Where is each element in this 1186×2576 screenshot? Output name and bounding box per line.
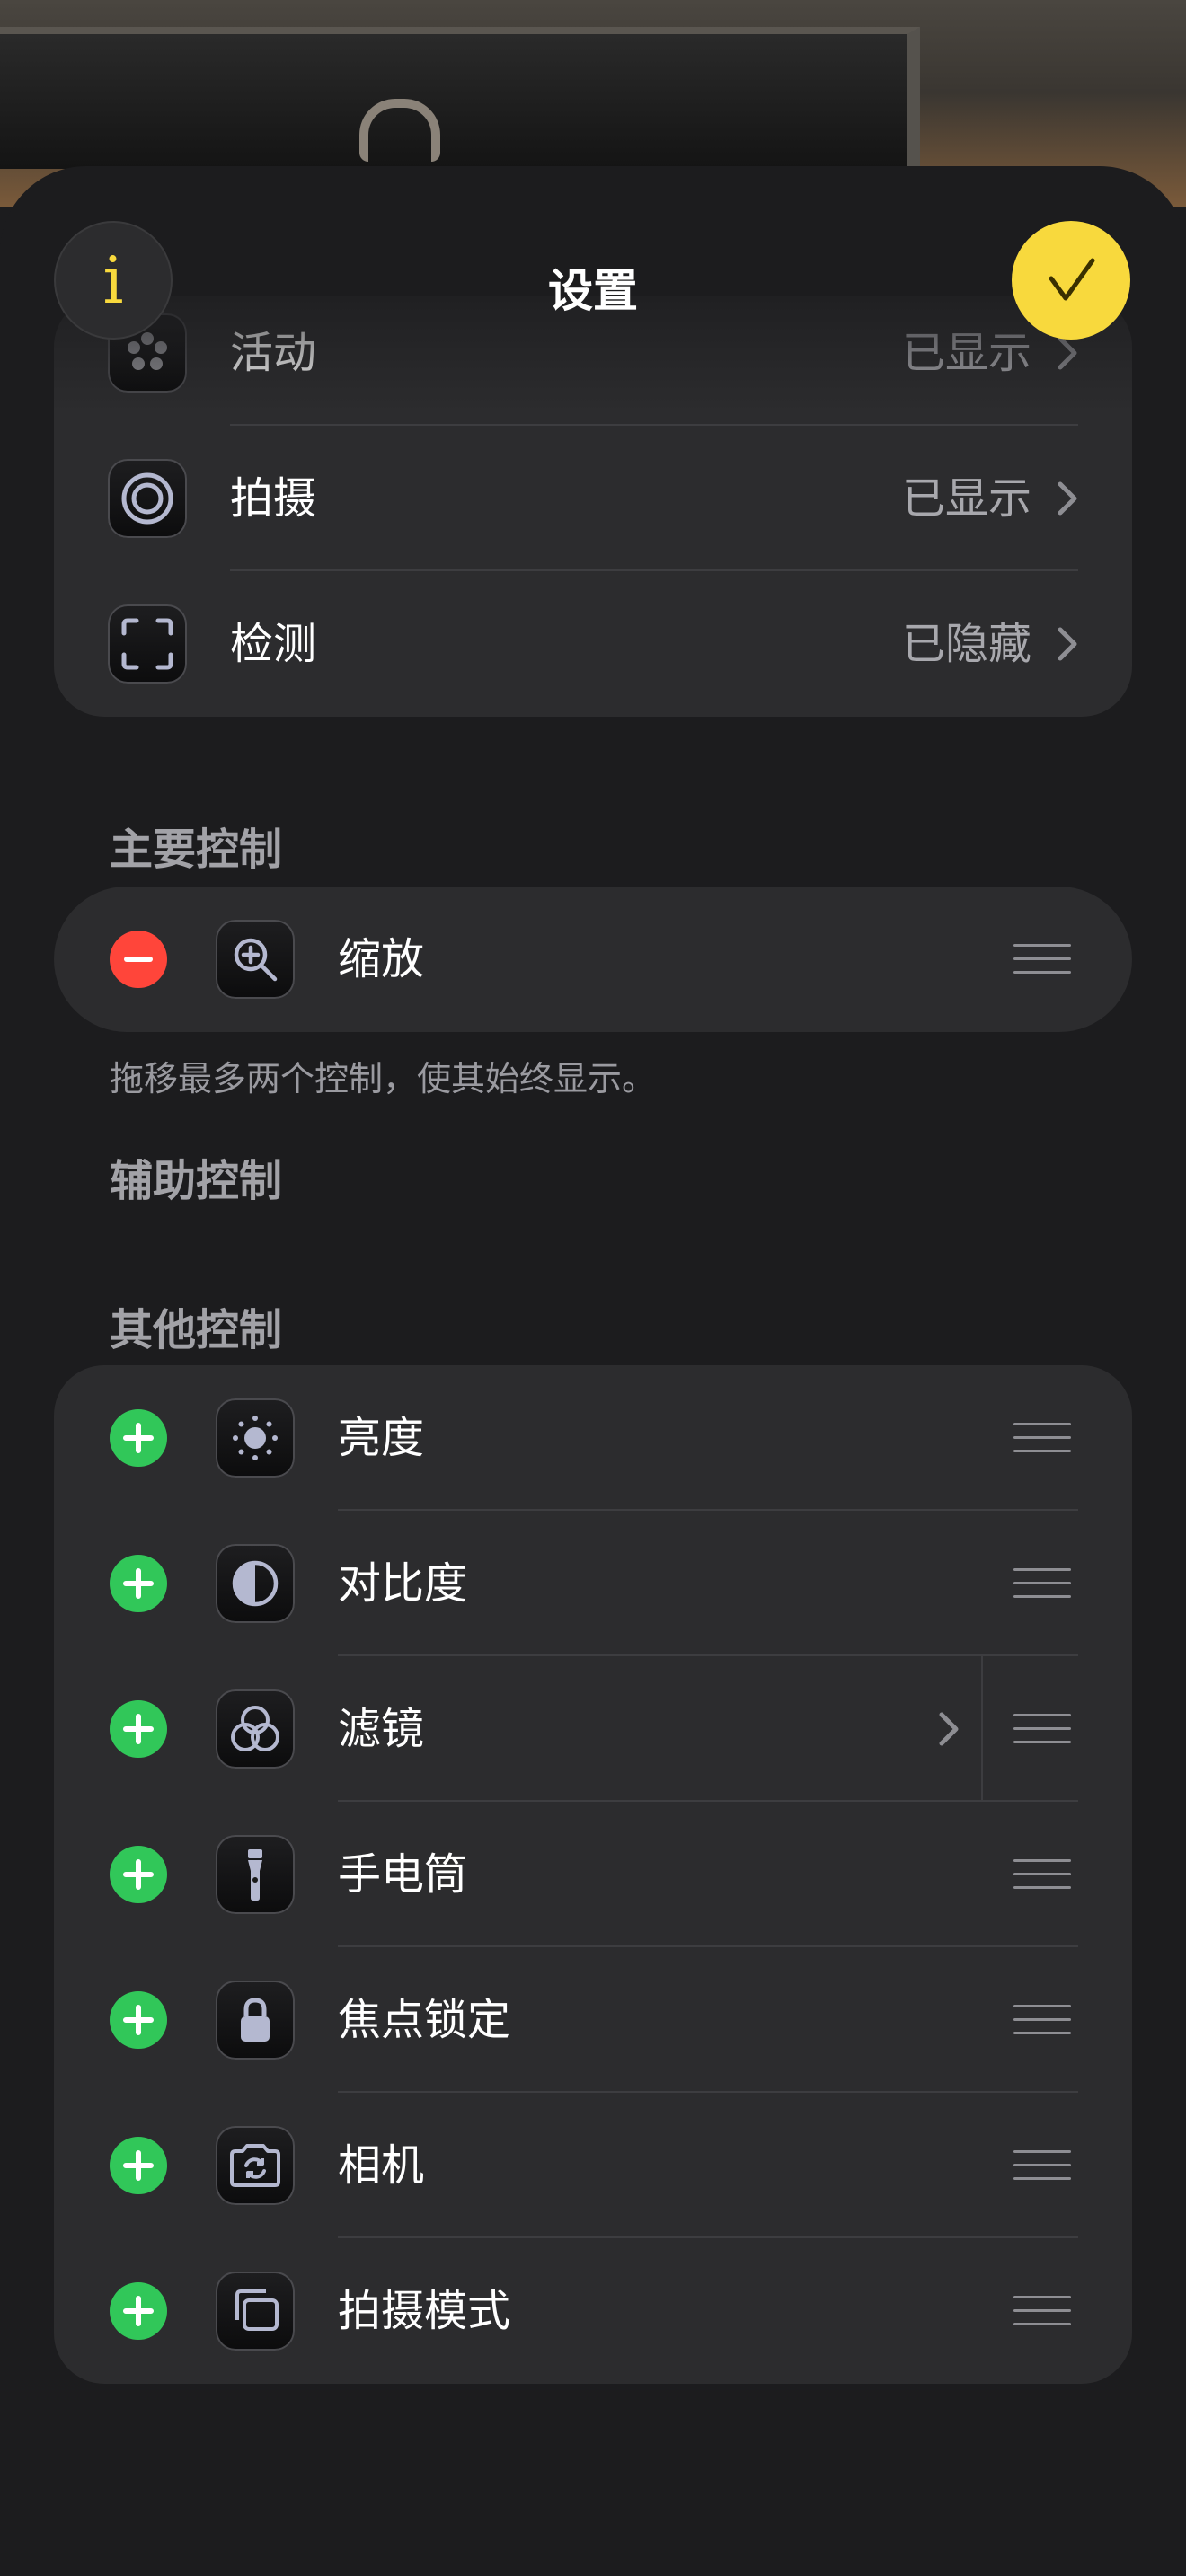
contrast-circle-icon <box>216 1544 295 1623</box>
chevron-right-icon <box>1058 481 1077 516</box>
row-capture-label: 拍摄 <box>230 473 317 524</box>
background-drawer-handle <box>359 99 440 162</box>
row-vertical-divider <box>981 1656 983 1802</box>
lock-icon <box>216 1981 295 2060</box>
reorder-handle[interactable] <box>1013 1423 1071 1453</box>
reorder-handle[interactable] <box>1013 2150 1071 2181</box>
background-drawer <box>0 27 920 169</box>
other-controls-header: 其他控制 <box>110 1305 283 1355</box>
add-button[interactable] <box>110 1846 167 1903</box>
add-button[interactable] <box>110 1700 167 1758</box>
magnifier-zoom-icon <box>216 920 295 999</box>
add-button[interactable] <box>110 1555 167 1612</box>
control-row-camera[interactable]: 相机 <box>54 2093 1132 2238</box>
control-label: 对比度 <box>338 1558 468 1609</box>
chevron-right-icon[interactable] <box>934 1711 961 1747</box>
control-label: 亮度 <box>338 1413 425 1463</box>
info-button[interactable]: i <box>54 221 173 340</box>
control-label: 焦点锁定 <box>338 1995 511 2045</box>
control-label: 相机 <box>338 2140 425 2191</box>
control-label: 拍摄模式 <box>338 2286 511 2336</box>
sun-brightness-icon <box>216 1398 295 1478</box>
control-label: 缩放 <box>338 934 425 984</box>
primary-controls-card: 缩放 <box>54 887 1132 1032</box>
control-label: 手电筒 <box>338 1849 468 1900</box>
control-row-flashlight[interactable]: 手电筒 <box>54 1802 1132 1947</box>
reorder-handle[interactable] <box>1013 1568 1071 1599</box>
row-activity-value: 已显示 <box>901 328 1031 378</box>
control-row-capture-mode[interactable]: 拍摄模式 <box>54 2238 1132 2384</box>
row-activity-label: 活动 <box>230 328 317 378</box>
control-row-contrast[interactable]: 对比度 <box>54 1511 1132 1656</box>
primary-controls-footnote: 拖移最多两个控制，使其始终显示。 <box>110 1059 657 1098</box>
flashlight-icon <box>216 1835 295 1914</box>
reorder-handle[interactable] <box>1013 1859 1071 1890</box>
filter-circles-icon <box>216 1689 295 1769</box>
checkmark-icon <box>1049 258 1095 301</box>
reorder-handle[interactable] <box>1013 944 1071 975</box>
done-button[interactable] <box>1012 221 1130 340</box>
control-row-zoom[interactable]: 缩放 <box>54 887 1132 1032</box>
control-row-brightness[interactable]: 亮度 <box>54 1365 1132 1511</box>
chevron-right-icon <box>1058 336 1077 370</box>
row-detection[interactable]: 检测 已隐藏 <box>54 571 1132 717</box>
control-row-focus-lock[interactable]: 焦点锁定 <box>54 1947 1132 2093</box>
add-button[interactable] <box>110 2137 167 2194</box>
reorder-handle[interactable] <box>1013 2005 1071 2035</box>
info-icon: i <box>102 243 124 318</box>
chevron-right-icon <box>1058 627 1077 661</box>
capture-mode-icon <box>216 2272 295 2351</box>
reorder-handle[interactable] <box>1013 1714 1071 1744</box>
remove-button[interactable] <box>110 931 167 988</box>
visibility-card: 活动 已显示 拍摄 已显示 检测 已隐藏 <box>54 296 1132 717</box>
add-button[interactable] <box>110 1991 167 2049</box>
add-button[interactable] <box>110 2282 167 2340</box>
row-detection-label: 检测 <box>230 619 317 669</box>
control-row-filters[interactable]: 滤镜 <box>54 1656 1132 1802</box>
add-button[interactable] <box>110 1409 167 1467</box>
primary-controls-header: 主要控制 <box>110 825 283 875</box>
capture-target-icon <box>108 459 187 538</box>
secondary-controls-header: 辅助控制 <box>110 1156 283 1206</box>
reorder-handle[interactable] <box>1013 2296 1071 2326</box>
camera-switch-icon <box>216 2126 295 2205</box>
other-controls-card: 亮度 对比度 滤镜 手电筒 焦点锁定 相机 拍摄模式 <box>54 1365 1132 2384</box>
row-detection-value: 已隐藏 <box>901 619 1031 669</box>
row-capture-value: 已显示 <box>901 473 1031 524</box>
page-title: 设置 <box>548 265 638 317</box>
control-label: 滤镜 <box>338 1704 425 1754</box>
detection-frame-icon <box>108 604 187 684</box>
row-capture[interactable]: 拍摄 已显示 <box>54 426 1132 571</box>
